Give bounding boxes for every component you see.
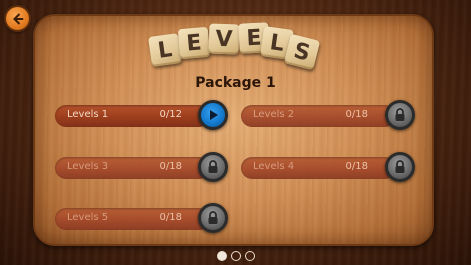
lock-icon bbox=[208, 211, 218, 224]
level-progress: 0/18 bbox=[159, 212, 182, 223]
lock-icon bbox=[208, 160, 218, 173]
lock-button-level-3[interactable] bbox=[198, 152, 228, 182]
title-tile: L bbox=[148, 33, 182, 67]
level-name: Levels 4 bbox=[253, 161, 295, 172]
lock-button-level-2[interactable] bbox=[385, 100, 415, 130]
title-tile: E bbox=[177, 26, 211, 60]
level-progress: 0/18 bbox=[345, 161, 368, 172]
title-tile: S bbox=[283, 33, 321, 71]
lock-button-level-5[interactable] bbox=[198, 203, 228, 233]
level-name: Levels 5 bbox=[67, 212, 109, 223]
level-name: Levels 2 bbox=[253, 109, 295, 120]
page-dot[interactable] bbox=[216, 251, 227, 261]
page-dot[interactable] bbox=[230, 251, 241, 261]
page-indicator bbox=[0, 251, 471, 261]
level-item-5[interactable]: Levels 5 0/18 bbox=[55, 208, 210, 230]
level-item-1[interactable]: Levels 1 0/12 bbox=[55, 105, 210, 127]
title-tile: V bbox=[208, 23, 240, 55]
level-name: Levels 3 bbox=[67, 161, 109, 172]
title-tiles: L E V E L S bbox=[0, 0, 471, 80]
page-dot[interactable] bbox=[244, 251, 255, 261]
level-progress: 0/18 bbox=[159, 161, 182, 172]
lock-icon bbox=[395, 108, 405, 121]
level-progress: 0/18 bbox=[345, 109, 368, 120]
lock-button-level-4[interactable] bbox=[385, 152, 415, 182]
play-button-level-1[interactable] bbox=[198, 100, 228, 130]
lock-icon bbox=[395, 160, 405, 173]
level-item-2[interactable]: Levels 2 0/18 bbox=[241, 105, 396, 127]
level-name: Levels 1 bbox=[67, 109, 109, 120]
package-title: Package 1 bbox=[195, 75, 276, 91]
play-icon bbox=[210, 110, 218, 120]
level-item-3[interactable]: Levels 3 0/18 bbox=[55, 157, 210, 179]
level-progress: 0/12 bbox=[159, 109, 182, 120]
level-item-4[interactable]: Levels 4 0/18 bbox=[241, 157, 396, 179]
